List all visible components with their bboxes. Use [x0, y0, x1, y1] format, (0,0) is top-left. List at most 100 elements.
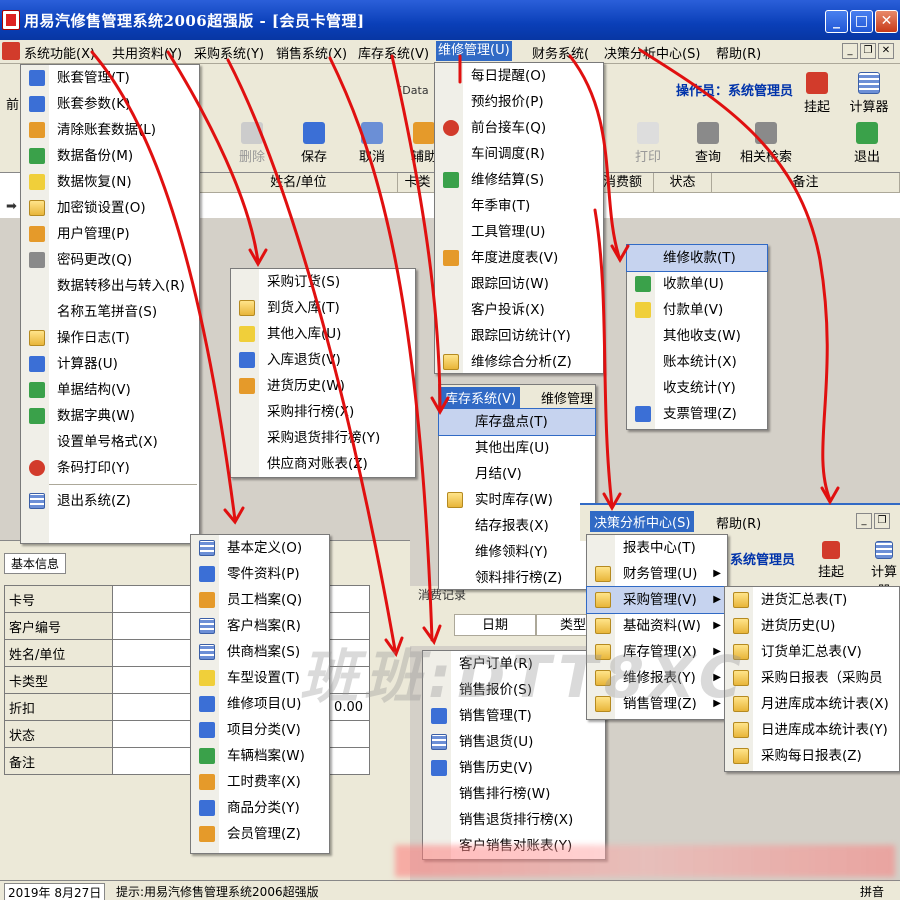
menu-item-purchase-history[interactable]: 进货历史(W) — [231, 373, 415, 399]
menu-item-purchase-order[interactable]: 采购订货(S) — [231, 269, 415, 295]
menu-item-purchase-daily[interactable]: 采购日报表（采购员 — [725, 665, 899, 691]
menu-item-employees[interactable]: 员工档案(Q) — [191, 587, 329, 613]
tab-basic-info[interactable]: 基本信息 — [4, 553, 67, 574]
menu-item-daily-reminder[interactable]: 每日提醒(O) — [435, 63, 603, 89]
menu-sales[interactable]: 销售系统(X) — [276, 43, 347, 62]
menu-item-balance-report[interactable]: 结存报表(X) — [439, 513, 595, 539]
menu-decision[interactable]: 决策分析中心(S) — [604, 43, 700, 62]
menu-item-complaint[interactable]: 客户投诉(X) — [435, 297, 603, 323]
sub-minimize-button[interactable]: _ — [856, 513, 872, 529]
menu-item-barcode[interactable]: 条码打印(Y) — [21, 455, 199, 481]
menu-purchase[interactable]: 采购系统(Y) — [194, 43, 264, 62]
menu-item-stocktake[interactable]: 库存盘点(T) — [438, 408, 596, 436]
menu-item-supplier-statement[interactable]: 供应商对账表(Z) — [231, 451, 415, 477]
menu-item-repair-receipt[interactable]: 维修收款(T) — [626, 244, 768, 272]
record-header-date[interactable]: 日期 — [454, 614, 536, 636]
menu-item-restore[interactable]: 数据恢复(N) — [21, 169, 199, 195]
menu-item-annual-progress[interactable]: 年度进度表(V) — [435, 245, 603, 271]
menu-item-daily-cost[interactable]: 日进库成本统计表(Y) — [725, 717, 899, 743]
menu-inventory[interactable]: 库存系统(V) — [358, 43, 429, 62]
mdi-close-button[interactable]: ✕ — [878, 43, 894, 59]
menu-item-income-stats[interactable]: 收支统计(Y) — [627, 375, 767, 401]
menu-item-payment[interactable]: 付款单(V) — [627, 297, 767, 323]
menu-item-repair-reports[interactable]: 维修报表(Y) ▶ — [587, 665, 727, 691]
menu-item-sales-mgmt[interactable]: 销售管理(T) — [423, 703, 605, 729]
decision-suspend-button[interactable]: 挂起 — [816, 541, 846, 580]
menu-item-dispatch[interactable]: 车间调度(R) — [435, 141, 603, 167]
menu-item-base-data[interactable]: 基础资料(W) ▶ — [587, 613, 727, 639]
menu-item-order-summary[interactable]: 订货单汇总表(V) — [725, 639, 899, 665]
menu-item-repair-settle[interactable]: 维修结算(S) — [435, 167, 603, 193]
mdi-minimize-button[interactable]: _ — [842, 43, 858, 59]
menu-item-purchase-mgmt[interactable]: 采购管理(V) ▶ — [586, 586, 728, 614]
repair-menu-tab[interactable]: 维修管理 — [541, 388, 593, 407]
menu-item-backup[interactable]: 数据备份(M) — [21, 143, 199, 169]
menu-item-dictionary[interactable]: 数据字典(W) — [21, 403, 199, 429]
cancel-button[interactable]: 取消 — [352, 122, 392, 165]
suspend-button[interactable]: 挂起 — [800, 72, 834, 115]
menu-item-sales-return-ranking[interactable]: 销售退货排行榜(X) — [423, 807, 605, 833]
close-button[interactable]: ✕ — [875, 10, 898, 33]
menu-item-purchase-history-report[interactable]: 进货历史(U) — [725, 613, 899, 639]
decision-help-tab[interactable]: 帮助(R) — [716, 513, 761, 532]
menu-item-parts[interactable]: 零件资料(P) — [191, 561, 329, 587]
menu-item-purchase-summary[interactable]: 进货汇总表(T) — [725, 587, 899, 613]
menu-item-basic-def[interactable]: 基本定义(O) — [191, 535, 329, 561]
menu-item-tools[interactable]: 工具管理(U) — [435, 219, 603, 245]
menu-item-other-in[interactable]: 其他入库(U) — [231, 321, 415, 347]
grid-header-card-type[interactable]: 卡类 — [398, 173, 438, 193]
menu-item-sales-mgmt-report[interactable]: 销售管理(Z) ▶ — [587, 691, 727, 717]
menu-item-arrival[interactable]: 到货入库(T) — [231, 295, 415, 321]
decision-menu-tab[interactable]: 决策分析中心(S) — [590, 511, 695, 532]
menu-item-car-models[interactable]: 车型设置(T) — [191, 665, 329, 691]
menu-item-in-return[interactable]: 入库退货(V) — [231, 347, 415, 373]
menu-system[interactable]: 系统功能(X) — [24, 43, 95, 62]
menu-item-realtime-stock[interactable]: 实时库存(W) — [439, 487, 595, 513]
mdi-restore-button[interactable]: ❐ — [860, 43, 876, 59]
menu-item-repair-material[interactable]: 维修领料(Y) — [439, 539, 595, 565]
menu-item-clear-data[interactable]: 清除账套数据(L) — [21, 117, 199, 143]
menu-item-pinyin[interactable]: 名称五笔拼音(S) — [21, 299, 199, 325]
save-button[interactable]: 保存 — [294, 122, 334, 165]
menu-item-customer-statement[interactable]: 客户销售对账表(Y) — [423, 833, 605, 859]
menu-item-members[interactable]: 会员管理(Z) — [191, 821, 329, 847]
menu-item-material-ranking[interactable]: 领料排行榜(Z) — [439, 565, 595, 591]
menu-item-ledger-stats[interactable]: 账本统计(X) — [627, 349, 767, 375]
status-date-picker[interactable]: 2019年 8月27日 — [4, 883, 106, 900]
menu-item-purchase-ranking[interactable]: 采购排行榜(X) — [231, 399, 415, 425]
maximize-button[interactable]: □ — [850, 10, 873, 33]
menu-item-account-params[interactable]: 账套参数(K) — [21, 91, 199, 117]
menu-item-op-log[interactable]: 操作日志(T) — [21, 325, 199, 351]
system-menu-icon[interactable] — [2, 42, 20, 60]
menu-item-sales-ranking[interactable]: 销售排行榜(W) — [423, 781, 605, 807]
menu-item-vehicles[interactable]: 车辆档案(W) — [191, 743, 329, 769]
menu-item-sales-history[interactable]: 销售历史(V) — [423, 755, 605, 781]
exit-button[interactable]: 退出 — [850, 122, 884, 165]
menu-item-customers[interactable]: 客户档案(R) — [191, 613, 329, 639]
menu-item-follow-up-stats[interactable]: 跟踪回访统计(Y) — [435, 323, 603, 349]
menu-item-data-transfer[interactable]: 数据转移出与转入(R) — [21, 273, 199, 299]
menu-item-purchase-return-ranking[interactable]: 采购退货排行榜(Y) — [231, 425, 415, 451]
minimize-button[interactable]: _ — [825, 10, 848, 33]
menu-item-purchase-each-day[interactable]: 采购每日报表(Z) — [725, 743, 899, 769]
menu-finance[interactable]: 财务系统( — [532, 43, 589, 62]
delete-button[interactable]: 删除 — [232, 122, 272, 165]
menu-item-number-format[interactable]: 设置单号格式(X) — [21, 429, 199, 455]
menu-item-monthly-cost[interactable]: 月进库成本统计表(X) — [725, 691, 899, 717]
menu-item-repair-analysis[interactable]: 维修综合分析(Z) — [435, 349, 603, 375]
menu-item-doc-structure[interactable]: 单据结构(V) — [21, 377, 199, 403]
query-button[interactable]: 查询 — [688, 122, 728, 165]
menu-shared[interactable]: 共用资料(Y) — [112, 43, 182, 62]
menu-item-other-out[interactable]: 其他出库(U) — [439, 435, 595, 461]
grid-header-remark[interactable]: 备注 — [712, 173, 900, 193]
menu-item-annual-review[interactable]: 年季审(T) — [435, 193, 603, 219]
menu-item-appointment-quote[interactable]: 预约报价(P) — [435, 89, 603, 115]
menu-item-password[interactable]: 密码更改(Q) — [21, 247, 199, 273]
menu-item-customer-order[interactable]: 客户订单(R) — [423, 651, 605, 677]
menu-item-check-mgmt[interactable]: 支票管理(Z) — [627, 401, 767, 427]
menu-item-exit[interactable]: 退出系统(Z) — [21, 488, 199, 514]
print-button[interactable]: 打印 — [628, 122, 668, 165]
menu-item-other-income[interactable]: 其他收支(W) — [627, 323, 767, 349]
menu-item-suppliers[interactable]: 供商档案(S) — [191, 639, 329, 665]
menu-item-labor-rate[interactable]: 工时费率(X) — [191, 769, 329, 795]
